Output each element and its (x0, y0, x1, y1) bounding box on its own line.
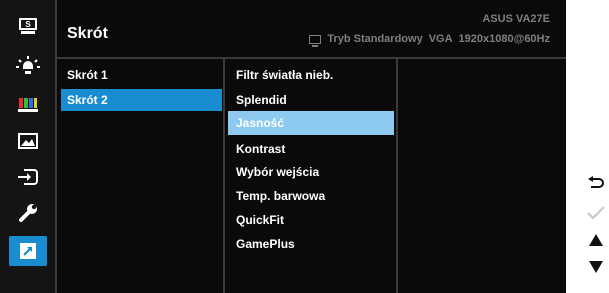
option-quickfit[interactable]: QuickFit (228, 208, 394, 232)
blue-light-filter-icon[interactable] (9, 52, 47, 82)
system-setup-icon[interactable] (9, 198, 47, 228)
input-source: VGA (428, 33, 453, 45)
menu-item-shortcut-1[interactable]: Skrót 1 (61, 64, 222, 86)
input-select-icon[interactable] (9, 162, 47, 192)
option-contrast[interactable]: Kontrast (228, 137, 394, 161)
main-menu-icon-column: S (0, 0, 55, 293)
status-line: Tryb Standardowy VGA 1920x1080@60Hz (309, 33, 550, 47)
monitor-icon (309, 34, 322, 47)
up-icon[interactable] (586, 230, 606, 250)
menu-item-shortcut-2[interactable]: Skrót 2 (61, 89, 222, 111)
down-icon[interactable] (586, 257, 606, 277)
divider (55, 0, 57, 293)
resolution: 1920x1080@60Hz (458, 33, 550, 45)
option-gameplus[interactable]: GamePlus (228, 232, 394, 256)
splendid-icon[interactable]: S (9, 11, 47, 41)
svg-text:S: S (25, 20, 31, 29)
page-title: Skrót (67, 25, 108, 42)
color-icon[interactable] (9, 90, 47, 120)
image-icon[interactable] (9, 126, 47, 156)
option-color-temp[interactable]: Temp. barwowa (228, 184, 394, 208)
header-divider (56, 57, 566, 59)
option-splendid[interactable]: Splendid (228, 88, 394, 112)
osd-menu: S Skrót ASUS VA27E Tryb Standardowy VGA … (0, 0, 566, 293)
model-name: ASUS VA27E (482, 13, 550, 25)
option-brightness[interactable]: Jasność (228, 111, 394, 135)
display-mode: Tryb Standardowy (327, 33, 423, 45)
confirm-icon[interactable] (586, 203, 606, 223)
option-input-select[interactable]: Wybór wejścia (228, 160, 394, 184)
divider (396, 59, 398, 293)
option-blue-light-filter[interactable]: Filtr światła nieb. (228, 63, 394, 87)
divider (223, 59, 225, 293)
back-icon[interactable] (586, 174, 606, 194)
shortcut-icon[interactable] (9, 236, 47, 266)
